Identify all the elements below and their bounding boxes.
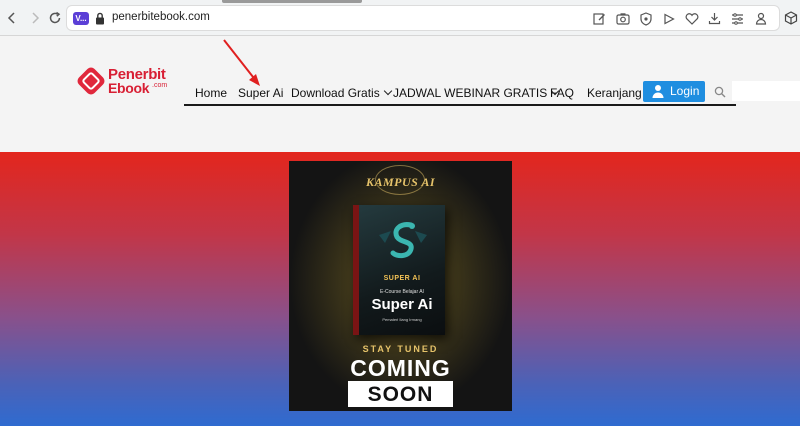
dragon-icon bbox=[379, 222, 427, 259]
hero-section: KAMPUS AI SUPER AI E-Course Belajar AI S… bbox=[0, 152, 800, 426]
nav-item-jadwal-webinar[interactable]: JADWAL WEBINAR GRATIS bbox=[393, 86, 560, 100]
stay-tuned-text: STAY TUNED bbox=[362, 344, 439, 354]
nav-label-home: Home bbox=[195, 86, 228, 100]
forward-arrow-icon[interactable] bbox=[27, 10, 43, 26]
address-bar[interactable]: V... penerbitebook.com bbox=[66, 5, 780, 31]
site-badge[interactable]: V... bbox=[73, 12, 89, 25]
back-arrow-icon[interactable] bbox=[4, 10, 20, 26]
user-icon bbox=[652, 84, 664, 98]
book-title: SUPER AI bbox=[383, 275, 421, 282]
ebook-cover: SUPER AI E-Course Belajar AI Super Ai Pe… bbox=[353, 205, 445, 335]
site-header: Penerbit Ebook .com Home Super Ai Downlo… bbox=[0, 36, 800, 152]
reload-icon[interactable] bbox=[47, 10, 63, 26]
profile-icon[interactable] bbox=[752, 10, 769, 27]
nav-item-super-ai[interactable]: Super Ai bbox=[238, 86, 283, 100]
nav-item-home[interactable]: Home bbox=[195, 86, 227, 100]
browser-toolbar: V... penerbitebook.com bbox=[0, 0, 800, 36]
download-icon[interactable] bbox=[706, 10, 723, 27]
window-drag-bar[interactable] bbox=[222, 0, 362, 3]
edit-icon[interactable] bbox=[591, 10, 608, 27]
search-input[interactable] bbox=[732, 81, 800, 101]
shield-icon[interactable] bbox=[637, 10, 654, 27]
play-icon[interactable] bbox=[660, 10, 677, 27]
logo-mark bbox=[75, 65, 107, 97]
soon-text: SOON bbox=[348, 381, 453, 407]
nav-label-jadwal-webinar: JADWAL WEBINAR GRATIS bbox=[393, 86, 548, 100]
nav-item-keranjang[interactable]: Keranjang bbox=[587, 86, 642, 100]
logo-suffix: .com bbox=[152, 82, 168, 89]
nav-item-download-gratis[interactable]: Download Gratis bbox=[291, 86, 392, 100]
login-button[interactable]: Login bbox=[643, 81, 705, 102]
camera-icon[interactable] bbox=[614, 10, 631, 27]
search-icon[interactable] bbox=[714, 85, 726, 98]
nav-label-download-gratis: Download Gratis bbox=[291, 86, 380, 100]
login-label: Login bbox=[670, 84, 700, 98]
url-text[interactable]: penerbitebook.com bbox=[112, 11, 210, 23]
site-logo[interactable]: Penerbit Ebook .com bbox=[75, 65, 178, 100]
book-subtitle: E-Course Belajar AI bbox=[380, 289, 424, 295]
chevron-down-icon bbox=[383, 86, 392, 96]
logo-line-2: Ebook bbox=[108, 80, 150, 96]
coming-soon-banner[interactable]: KAMPUS AI SUPER AI E-Course Belajar AI S… bbox=[289, 161, 512, 411]
settings-icon[interactable] bbox=[729, 10, 746, 27]
nav-label-faq: FAQ bbox=[550, 86, 575, 100]
book-main-title: Super Ai bbox=[371, 296, 433, 313]
book-author: Pemateri Ilang Irmang bbox=[382, 317, 422, 322]
nav-item-faq[interactable]: FAQ bbox=[550, 86, 574, 100]
lock-icon[interactable] bbox=[95, 12, 105, 25]
kampus-ai-brand: KAMPUS AI bbox=[365, 175, 436, 189]
nav-label-keranjang: Keranjang bbox=[587, 86, 642, 100]
heart-icon[interactable] bbox=[683, 10, 700, 27]
main-nav: Home Super Ai Download Gratis JADWAL WEB… bbox=[184, 80, 800, 106]
extension-icon[interactable] bbox=[784, 11, 798, 25]
coming-text: COMING bbox=[350, 355, 451, 381]
nav-label-super-ai: Super Ai bbox=[238, 86, 284, 100]
